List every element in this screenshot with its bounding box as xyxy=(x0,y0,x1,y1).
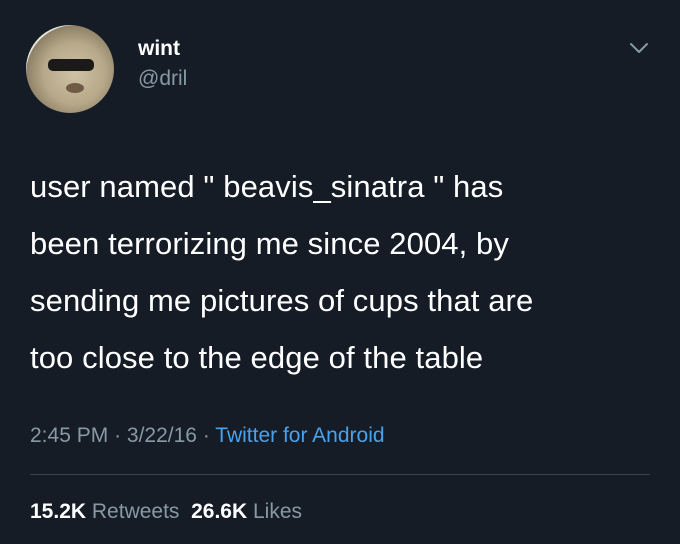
retweets-label: Retweets xyxy=(91,500,180,523)
likes-count: 26.6K xyxy=(191,500,248,523)
retweets-stat[interactable]: 15.2K Retweets xyxy=(30,500,179,523)
tweet-card: wint @dril user named " beavis_sinatra "… xyxy=(0,0,680,544)
tweet-date[interactable]: 3/22/16 xyxy=(127,424,197,447)
divider xyxy=(30,474,650,475)
tweet-text: user named " beavis_sinatra " has been t… xyxy=(30,169,534,375)
meta-separator: · xyxy=(114,424,122,447)
retweets-count: 15.2K xyxy=(30,500,87,523)
meta-separator: · xyxy=(202,424,210,447)
avatar[interactable] xyxy=(26,25,114,113)
tweet-source-link[interactable]: Twitter for Android xyxy=(215,424,384,447)
display-name[interactable]: wint xyxy=(138,36,180,62)
user-handle[interactable]: @dril xyxy=(138,66,187,92)
likes-label: Likes xyxy=(253,500,303,523)
avatar-sunglasses xyxy=(48,59,94,71)
tweet-meta: 2:45 PM · 3/22/16 · Twitter for Android xyxy=(30,422,385,450)
tweet-time[interactable]: 2:45 PM xyxy=(30,424,108,447)
tweet-stats: 15.2K Retweets 26.6K Likes xyxy=(30,498,302,526)
avatar-mouth xyxy=(66,83,84,93)
chevron-down-icon[interactable] xyxy=(628,37,650,59)
likes-stat[interactable]: 26.6K Likes xyxy=(191,500,302,523)
